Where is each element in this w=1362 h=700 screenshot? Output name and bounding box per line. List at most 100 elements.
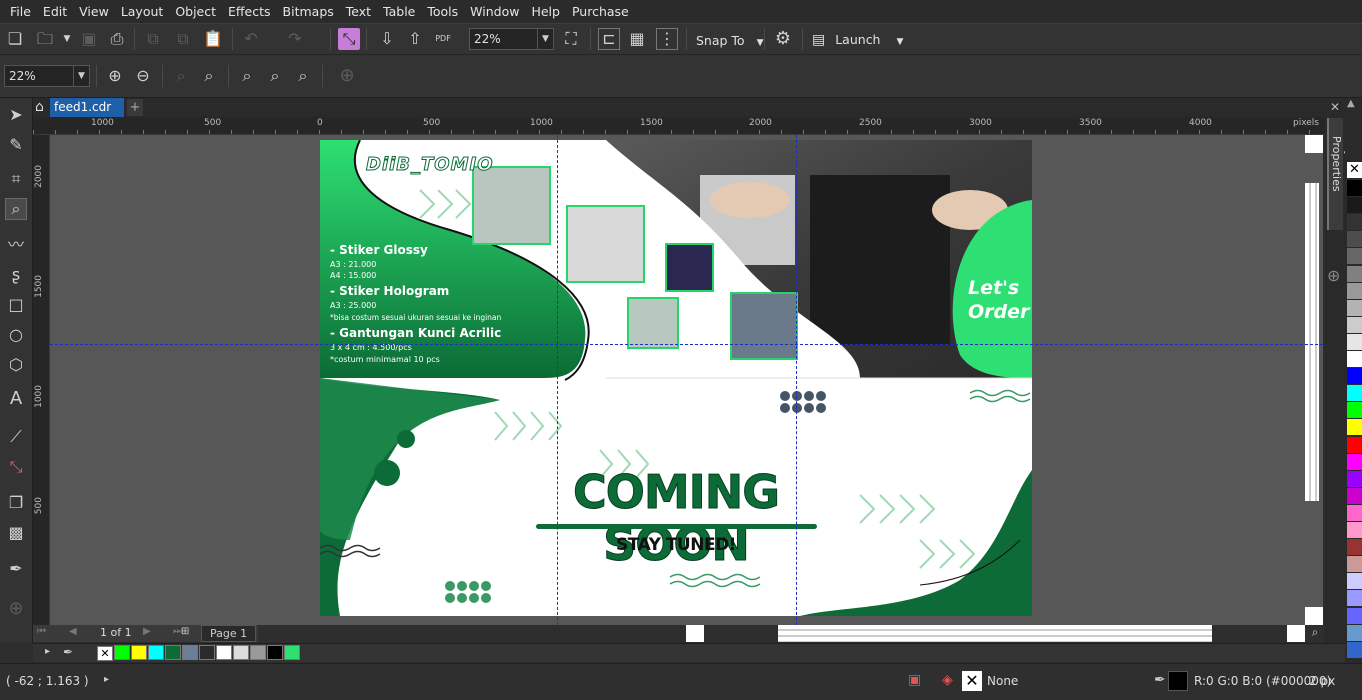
parallel-dimension-icon[interactable]: ⟋ bbox=[5, 426, 27, 448]
palette-swatch[interactable] bbox=[1347, 539, 1362, 556]
palette-swatch[interactable] bbox=[1347, 333, 1362, 350]
no-color-swatch[interactable]: ✕ bbox=[1347, 162, 1362, 178]
redo-icon[interactable]: ↷ bbox=[284, 28, 306, 50]
paste-icon[interactable]: 📋 bbox=[202, 28, 224, 50]
horizontal-guideline[interactable] bbox=[50, 344, 1323, 345]
menu-view[interactable]: View bbox=[73, 0, 115, 23]
menu-table[interactable]: Table bbox=[377, 0, 421, 23]
text-tool-icon[interactable]: A bbox=[5, 388, 27, 410]
zoom-level-field[interactable]: 22% ▼ bbox=[4, 65, 90, 87]
chevron-down-icon[interactable]: ▼ bbox=[73, 66, 89, 86]
fill-icon[interactable]: ◈ bbox=[942, 672, 953, 688]
document-palette-swatch[interactable] bbox=[131, 645, 147, 660]
add-icon[interactable]: ⊕ bbox=[336, 65, 358, 87]
palette-swatch[interactable] bbox=[1347, 607, 1362, 624]
publish-pdf-icon[interactable]: PDF bbox=[432, 28, 454, 50]
launch-button[interactable]: ▤ Launch ▼ bbox=[812, 32, 903, 48]
first-page-icon[interactable]: ⏮ bbox=[37, 626, 46, 637]
palette-swatch[interactable] bbox=[1347, 299, 1362, 316]
page-tab[interactable]: Page 1 bbox=[201, 625, 257, 642]
vertical-scrollbar[interactable] bbox=[1305, 183, 1319, 501]
zoom-page-height-icon[interactable]: ⌕ bbox=[292, 65, 314, 87]
palette-swatch[interactable] bbox=[1347, 590, 1362, 607]
document-page[interactable]: DiiB_TOMIO - Stiker Glossy A3 : 21.000 A… bbox=[320, 140, 1032, 616]
add-page-icon[interactable]: ⊞ bbox=[181, 626, 189, 637]
palette-swatch[interactable] bbox=[1347, 282, 1362, 299]
document-palette-swatch[interactable] bbox=[216, 645, 232, 660]
status-expand-icon[interactable]: ▸ bbox=[104, 674, 109, 685]
menu-purchase[interactable]: Purchase bbox=[566, 0, 635, 23]
palette-swatch[interactable] bbox=[1347, 504, 1362, 521]
freehand-tool-icon[interactable]: 〰 bbox=[5, 234, 27, 256]
menu-bitmaps[interactable]: Bitmaps bbox=[277, 0, 340, 23]
zoom-selected-icon[interactable]: ⌕ bbox=[170, 65, 192, 87]
pick-tool-icon[interactable]: ➤ bbox=[5, 104, 27, 126]
show-rulers-icon[interactable]: ⊏ bbox=[598, 28, 620, 50]
document-palette-swatch[interactable] bbox=[182, 645, 198, 660]
menu-effects[interactable]: Effects bbox=[222, 0, 277, 23]
cut-icon[interactable]: ⧉ bbox=[142, 28, 164, 50]
add-tool-icon[interactable]: ⊕ bbox=[5, 598, 27, 620]
palette-swatch[interactable] bbox=[1347, 522, 1362, 538]
palette-scroll-up-icon[interactable]: ▲ bbox=[1347, 98, 1355, 109]
show-guidelines-icon[interactable]: ⋮ bbox=[656, 28, 678, 50]
snap-to-button[interactable]: Snap To ▼ bbox=[696, 33, 764, 48]
menu-layout[interactable]: Layout bbox=[115, 0, 170, 23]
zoom-page-icon[interactable]: ⌕ bbox=[236, 65, 258, 87]
object-properties-tab[interactable]: Object Properties bbox=[1327, 118, 1356, 230]
palette-menu-icon[interactable]: ▸ bbox=[45, 646, 50, 657]
fill-color-swatch[interactable]: ✕ bbox=[962, 671, 982, 691]
save-icon[interactable]: ▣ bbox=[78, 28, 100, 50]
drop-shadow-icon[interactable]: ❐ bbox=[5, 492, 27, 514]
transparency-tool-icon[interactable]: ▩ bbox=[5, 522, 27, 544]
palette-swatch[interactable] bbox=[1347, 419, 1362, 436]
palette-swatch[interactable] bbox=[1347, 573, 1362, 590]
crop-tool-icon[interactable]: ⌗ bbox=[5, 168, 27, 190]
show-grid-icon[interactable]: ▦ bbox=[626, 28, 648, 50]
connector-tool-icon[interactable]: ⤡ bbox=[5, 456, 27, 478]
palette-swatch[interactable] bbox=[1347, 624, 1362, 641]
color-proof-icon[interactable]: ▣ bbox=[908, 672, 921, 688]
document-palette-swatch[interactable] bbox=[233, 645, 249, 660]
document-palette-swatch[interactable] bbox=[199, 645, 215, 660]
palette-swatch[interactable] bbox=[1347, 470, 1362, 487]
outline-color-swatch[interactable] bbox=[1168, 671, 1188, 691]
zoom-navigator-icon[interactable]: ⌕ bbox=[1307, 625, 1323, 642]
vertical-guideline[interactable] bbox=[557, 135, 558, 625]
menu-text[interactable]: Text bbox=[340, 0, 377, 23]
document-palette-swatch[interactable] bbox=[267, 645, 283, 660]
zoom-in-icon[interactable]: ⊕ bbox=[104, 65, 126, 87]
palette-swatch[interactable] bbox=[1347, 385, 1362, 402]
home-icon[interactable]: ⌂ bbox=[35, 99, 44, 115]
open-dropdown-icon[interactable]: ▼ bbox=[56, 28, 78, 50]
document-palette-swatch[interactable] bbox=[148, 645, 164, 660]
palette-swatch[interactable] bbox=[1347, 436, 1362, 453]
previous-page-icon[interactable]: ◀ bbox=[69, 626, 77, 637]
document-palette-swatch[interactable] bbox=[165, 645, 181, 660]
shape-tool-icon[interactable]: ✎ bbox=[5, 134, 27, 156]
palette-swatch[interactable] bbox=[1347, 248, 1362, 265]
document-palette-swatch[interactable] bbox=[114, 645, 130, 660]
palette-swatch[interactable] bbox=[1347, 351, 1362, 367]
document-tab[interactable]: feed1.cdr bbox=[50, 98, 124, 117]
print-icon[interactable]: ⎙ bbox=[106, 28, 128, 50]
menu-tools[interactable]: Tools bbox=[421, 0, 464, 23]
zoom-page-width-icon[interactable]: ⌕ bbox=[264, 65, 286, 87]
polygon-tool-icon[interactable]: ⬡ bbox=[5, 354, 27, 376]
document-palette-swatch[interactable] bbox=[284, 645, 300, 660]
open-folder-icon[interactable]: 🗀 bbox=[34, 28, 56, 50]
menu-file[interactable]: File bbox=[4, 0, 37, 23]
menu-window[interactable]: Window bbox=[464, 0, 525, 23]
palette-swatch[interactable] bbox=[1347, 214, 1362, 231]
copy-icon[interactable]: ⧉ bbox=[172, 28, 194, 50]
no-color-swatch[interactable]: ✕ bbox=[97, 646, 113, 661]
new-tab-icon[interactable]: + bbox=[127, 99, 143, 116]
zoom-tool-icon[interactable]: ⌕ bbox=[5, 198, 27, 220]
vertical-ruler[interactable]: 2000 1500 1000 500 bbox=[33, 135, 50, 625]
chevron-down-icon[interactable]: ▼ bbox=[537, 29, 553, 49]
menu-object[interactable]: Object bbox=[169, 0, 222, 23]
add-docker-icon[interactable]: ⊕ bbox=[1327, 266, 1340, 285]
full-screen-icon[interactable]: ⛶ bbox=[560, 28, 582, 50]
vertical-guideline[interactable] bbox=[796, 135, 797, 625]
palette-swatch[interactable] bbox=[1347, 231, 1362, 248]
